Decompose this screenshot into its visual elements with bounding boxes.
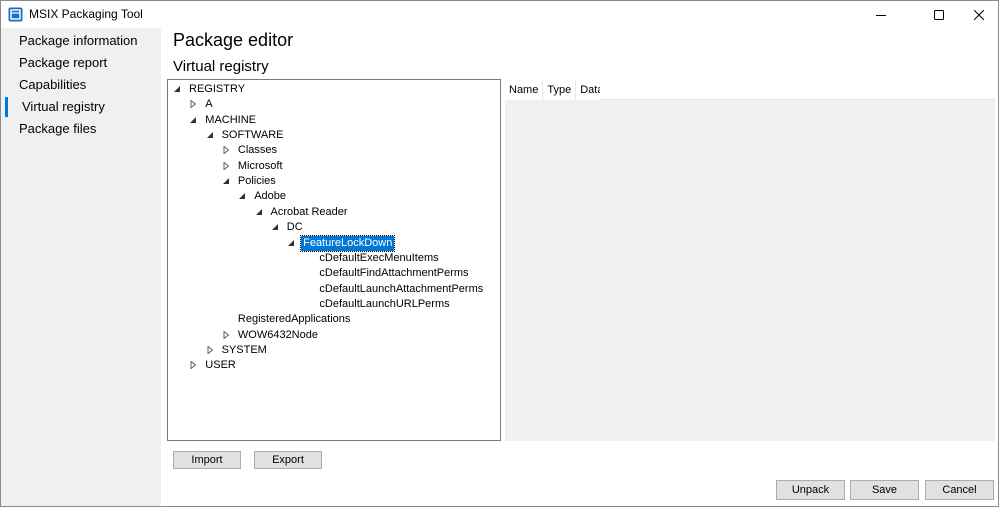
tree-node[interactable]: RegisteredApplications (168, 312, 498, 327)
maximize-icon (934, 9, 944, 20)
cancel-button[interactable]: Cancel (925, 480, 994, 500)
msix-package-icon (8, 7, 23, 22)
sidebar-item-package-files[interactable]: Package files (1, 118, 161, 140)
tree-node[interactable]: Microsoft (168, 159, 498, 174)
collapsed-arrow-icon[interactable] (222, 330, 230, 339)
tree-node[interactable]: FeatureLockDown (168, 234, 498, 252)
window-title: MSIX Packaging Tool (29, 7, 143, 21)
minimize-icon (876, 14, 886, 16)
tree-node-label: REGISTRY (189, 83, 246, 95)
tree-node-label: USER (205, 359, 236, 372)
tree-node-label: DC (286, 221, 303, 234)
expanded-arrow-icon[interactable] (238, 192, 246, 200)
close-button[interactable] (956, 1, 998, 28)
tree-node-label: WOW6432Node (237, 328, 318, 341)
collapsed-arrow-icon[interactable] (206, 345, 214, 354)
tree-node[interactable]: Classes (168, 143, 498, 158)
section-title: Virtual registry (173, 58, 269, 75)
collapsed-arrow-icon[interactable] (189, 361, 197, 370)
tree-node[interactable]: cDefaultFindAttachmentPerms (168, 266, 498, 281)
tree-node-label: cDefaultFindAttachmentPerms (319, 267, 469, 280)
tree-node-label: SYSTEM (221, 343, 267, 356)
collapsed-arrow-icon[interactable] (222, 161, 230, 170)
tree-node-label: Microsoft (237, 159, 283, 172)
tree-node-label: cDefaultLaunchAttachmentPerms (319, 282, 484, 295)
tree-node[interactable]: SYSTEM (168, 343, 498, 358)
sidebar: Package information Package report Capab… (1, 28, 161, 506)
tree-node[interactable]: Policies (168, 174, 498, 189)
collapsed-arrow-icon[interactable] (189, 100, 197, 109)
save-button[interactable]: Save (850, 480, 919, 500)
tree-node[interactable]: Acrobat Reader (168, 205, 498, 220)
tree-node-label: RegisteredApplications (237, 313, 351, 326)
close-icon (974, 9, 984, 20)
tree-node-label: Acrobat Reader (270, 205, 348, 218)
tree-node-label: Adobe (254, 190, 286, 203)
page-title: Package editor (173, 30, 294, 50)
import-button[interactable]: Import (173, 451, 241, 469)
tree-node-label: Policies (237, 175, 276, 188)
sidebar-item-package-report[interactable]: Package report (1, 52, 161, 74)
tree-node[interactable]: cDefaultLaunchURLPerms (168, 297, 498, 312)
tree-node-label: cDefaultExecMenuItems (319, 251, 439, 264)
tree-node[interactable]: cDefaultExecMenuItems (168, 251, 498, 266)
sidebar-item-capabilities[interactable]: Capabilities (1, 74, 161, 96)
app-window: MSIX Packaging Tool Package information … (0, 0, 999, 507)
expanded-arrow-icon[interactable] (255, 208, 263, 216)
registry-values-list[interactable]: Name Type Data (505, 81, 995, 441)
tree-node[interactable]: USER (168, 358, 498, 373)
tree-node[interactable]: MACHINE (168, 113, 498, 128)
sidebar-item-package-information[interactable]: Package information (1, 30, 161, 52)
expanded-arrow-icon[interactable] (287, 239, 295, 247)
tree-node[interactable]: SOFTWARE (168, 128, 498, 143)
tree-node[interactable]: A (168, 97, 498, 112)
tree-node-label: SOFTWARE (221, 129, 284, 142)
registry-tree[interactable]: REGISTRY A MACHINE SOFTWARE Classes Microsoft… (167, 79, 501, 441)
tree-node-label: Classes (237, 144, 278, 157)
sidebar-item-virtual-registry[interactable]: Virtual registry (1, 96, 161, 118)
list-header: Name Type Data (505, 81, 609, 100)
expanded-arrow-icon[interactable] (222, 177, 230, 185)
column-header-type[interactable]: Type (543, 81, 577, 100)
title-bar[interactable]: MSIX Packaging Tool (1, 1, 998, 28)
list-header-filler (600, 81, 995, 100)
collapsed-arrow-icon[interactable] (222, 146, 230, 155)
tree-node[interactable]: WOW6432Node (168, 328, 498, 343)
tree-node-label: MACHINE (205, 113, 257, 126)
tree-node-label: cDefaultLaunchURLPerms (319, 297, 450, 310)
expanded-arrow-icon[interactable] (271, 223, 279, 231)
minimize-button[interactable] (858, 1, 904, 28)
expanded-arrow-icon[interactable] (189, 116, 197, 124)
column-header-name[interactable]: Name (505, 81, 544, 100)
unpack-button[interactable]: Unpack (776, 480, 845, 500)
expanded-arrow-icon[interactable] (206, 131, 214, 139)
export-button[interactable]: Export (254, 451, 322, 469)
tree-node[interactable]: REGISTRY (168, 82, 498, 97)
tree-node[interactable]: Adobe (168, 189, 498, 204)
expanded-arrow-icon[interactable] (173, 85, 181, 93)
tree-node-label-selected: FeatureLockDown (300, 234, 396, 252)
tree-node-label: A (205, 98, 213, 111)
tree-node[interactable]: DC (168, 220, 498, 235)
tree-node[interactable]: cDefaultLaunchAttachmentPerms (168, 282, 498, 297)
